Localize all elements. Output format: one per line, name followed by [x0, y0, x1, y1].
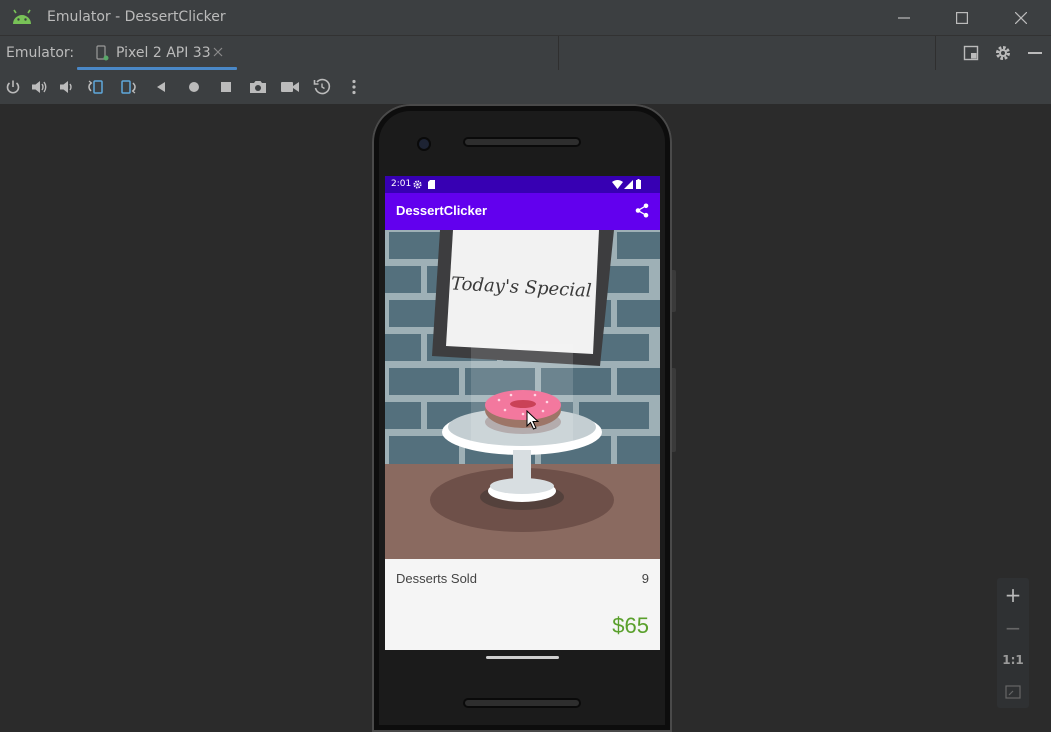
volume-up-button[interactable] [26, 70, 54, 104]
actual-size-button[interactable]: 1:1 [997, 643, 1029, 676]
zoom-in-button[interactable]: + [997, 578, 1029, 611]
screen-record-button[interactable] [274, 70, 306, 104]
hide-icon [1028, 52, 1042, 54]
settings-button[interactable] [987, 36, 1019, 70]
wifi-icon [612, 180, 623, 189]
snapshot-button[interactable] [306, 70, 338, 104]
rotate-left-icon [88, 80, 103, 94]
window-mode-button[interactable] [955, 36, 987, 70]
gear-icon [996, 46, 1010, 60]
device-screen[interactable]: 2:01 DessertClicker Today's Special Dess… [385, 176, 660, 650]
hide-panel-button[interactable] [1019, 36, 1051, 70]
side-power-button[interactable] [672, 270, 676, 312]
desserts-sold-value: 9 [641, 571, 649, 586]
actual-size-label: 1:1 [1002, 652, 1024, 667]
power-button[interactable] [0, 70, 26, 104]
mouse-cursor-icon [526, 410, 540, 430]
close-window-button[interactable] [997, 0, 1045, 35]
home-button[interactable] [178, 70, 210, 104]
back-icon [157, 82, 165, 92]
window-mode-icon [963, 45, 979, 61]
earpiece-speaker [465, 139, 579, 145]
home-icon [189, 82, 199, 92]
overview-icon [221, 82, 231, 92]
status-time: 2:01 [391, 179, 412, 189]
more-icon [352, 79, 356, 95]
minimize-icon [898, 16, 910, 19]
cell-signal-icon [624, 180, 633, 189]
emulator-toolbar [0, 70, 1051, 104]
device-icon [96, 45, 109, 61]
minimize-button[interactable] [880, 0, 928, 35]
screen-record-icon [281, 82, 299, 92]
touch-highlight [471, 344, 573, 446]
tab-bar: Emulator: Pixel 2 API 33 [0, 35, 1051, 71]
tab-pixel-2-api-33[interactable]: Pixel 2 API 33 [77, 36, 237, 70]
rotate-right-icon [121, 80, 136, 94]
zoom-in-label: + [1004, 582, 1022, 607]
title-bar: Emulator - DessertClicker [0, 0, 1051, 35]
tab-divider [935, 36, 936, 70]
tab-tools [955, 36, 1051, 70]
dessert-scene: Today's Special [385, 230, 660, 559]
share-icon[interactable] [635, 203, 649, 218]
tab-divider [558, 36, 559, 70]
battery-icon [636, 179, 641, 189]
snapshot-icon [313, 78, 331, 95]
maximize-button[interactable] [938, 0, 986, 35]
camera-icon [250, 81, 266, 93]
side-volume-rocker[interactable] [672, 368, 676, 452]
rotate-right-button[interactable] [112, 70, 144, 104]
gesture-nav-bar[interactable] [486, 656, 559, 659]
tab-label: Pixel 2 API 33 [116, 45, 211, 61]
close-icon [1015, 11, 1027, 24]
sales-panel: Desserts Sold 9 $65 [385, 559, 660, 650]
settings-notification-icon [413, 180, 422, 189]
desserts-sold-label: Desserts Sold [396, 571, 477, 586]
status-bar: 2:01 [385, 176, 660, 193]
rotate-left-button[interactable] [80, 70, 112, 104]
back-button[interactable] [144, 70, 178, 104]
android-icon [13, 9, 31, 24]
zoom-out-label: − [1004, 615, 1022, 640]
window-title: Emulator - DessertClicker [47, 9, 226, 25]
front-camera [419, 139, 429, 149]
app-title: DessertClicker [396, 203, 488, 218]
app-bar: DessertClicker [385, 193, 660, 230]
zoom-out-button[interactable]: − [997, 611, 1029, 644]
revenue-text: $65 [612, 613, 649, 638]
sd-card-icon [428, 180, 435, 189]
more-button[interactable] [338, 70, 370, 104]
bottom-speaker [465, 700, 579, 706]
fit-screen-button[interactable] [997, 675, 1029, 708]
overview-button[interactable] [210, 70, 242, 104]
volume-down-icon [60, 81, 72, 93]
power-icon [6, 80, 20, 94]
close-tab-icon[interactable] [211, 45, 225, 59]
volume-down-button[interactable] [54, 70, 80, 104]
emulator-label: Emulator: [6, 45, 75, 61]
volume-up-icon [32, 81, 47, 93]
screenshot-button[interactable] [242, 70, 274, 104]
maximize-icon [956, 11, 968, 24]
zoom-controls: + − 1:1 [997, 578, 1029, 708]
fit-screen-icon [1005, 684, 1021, 699]
